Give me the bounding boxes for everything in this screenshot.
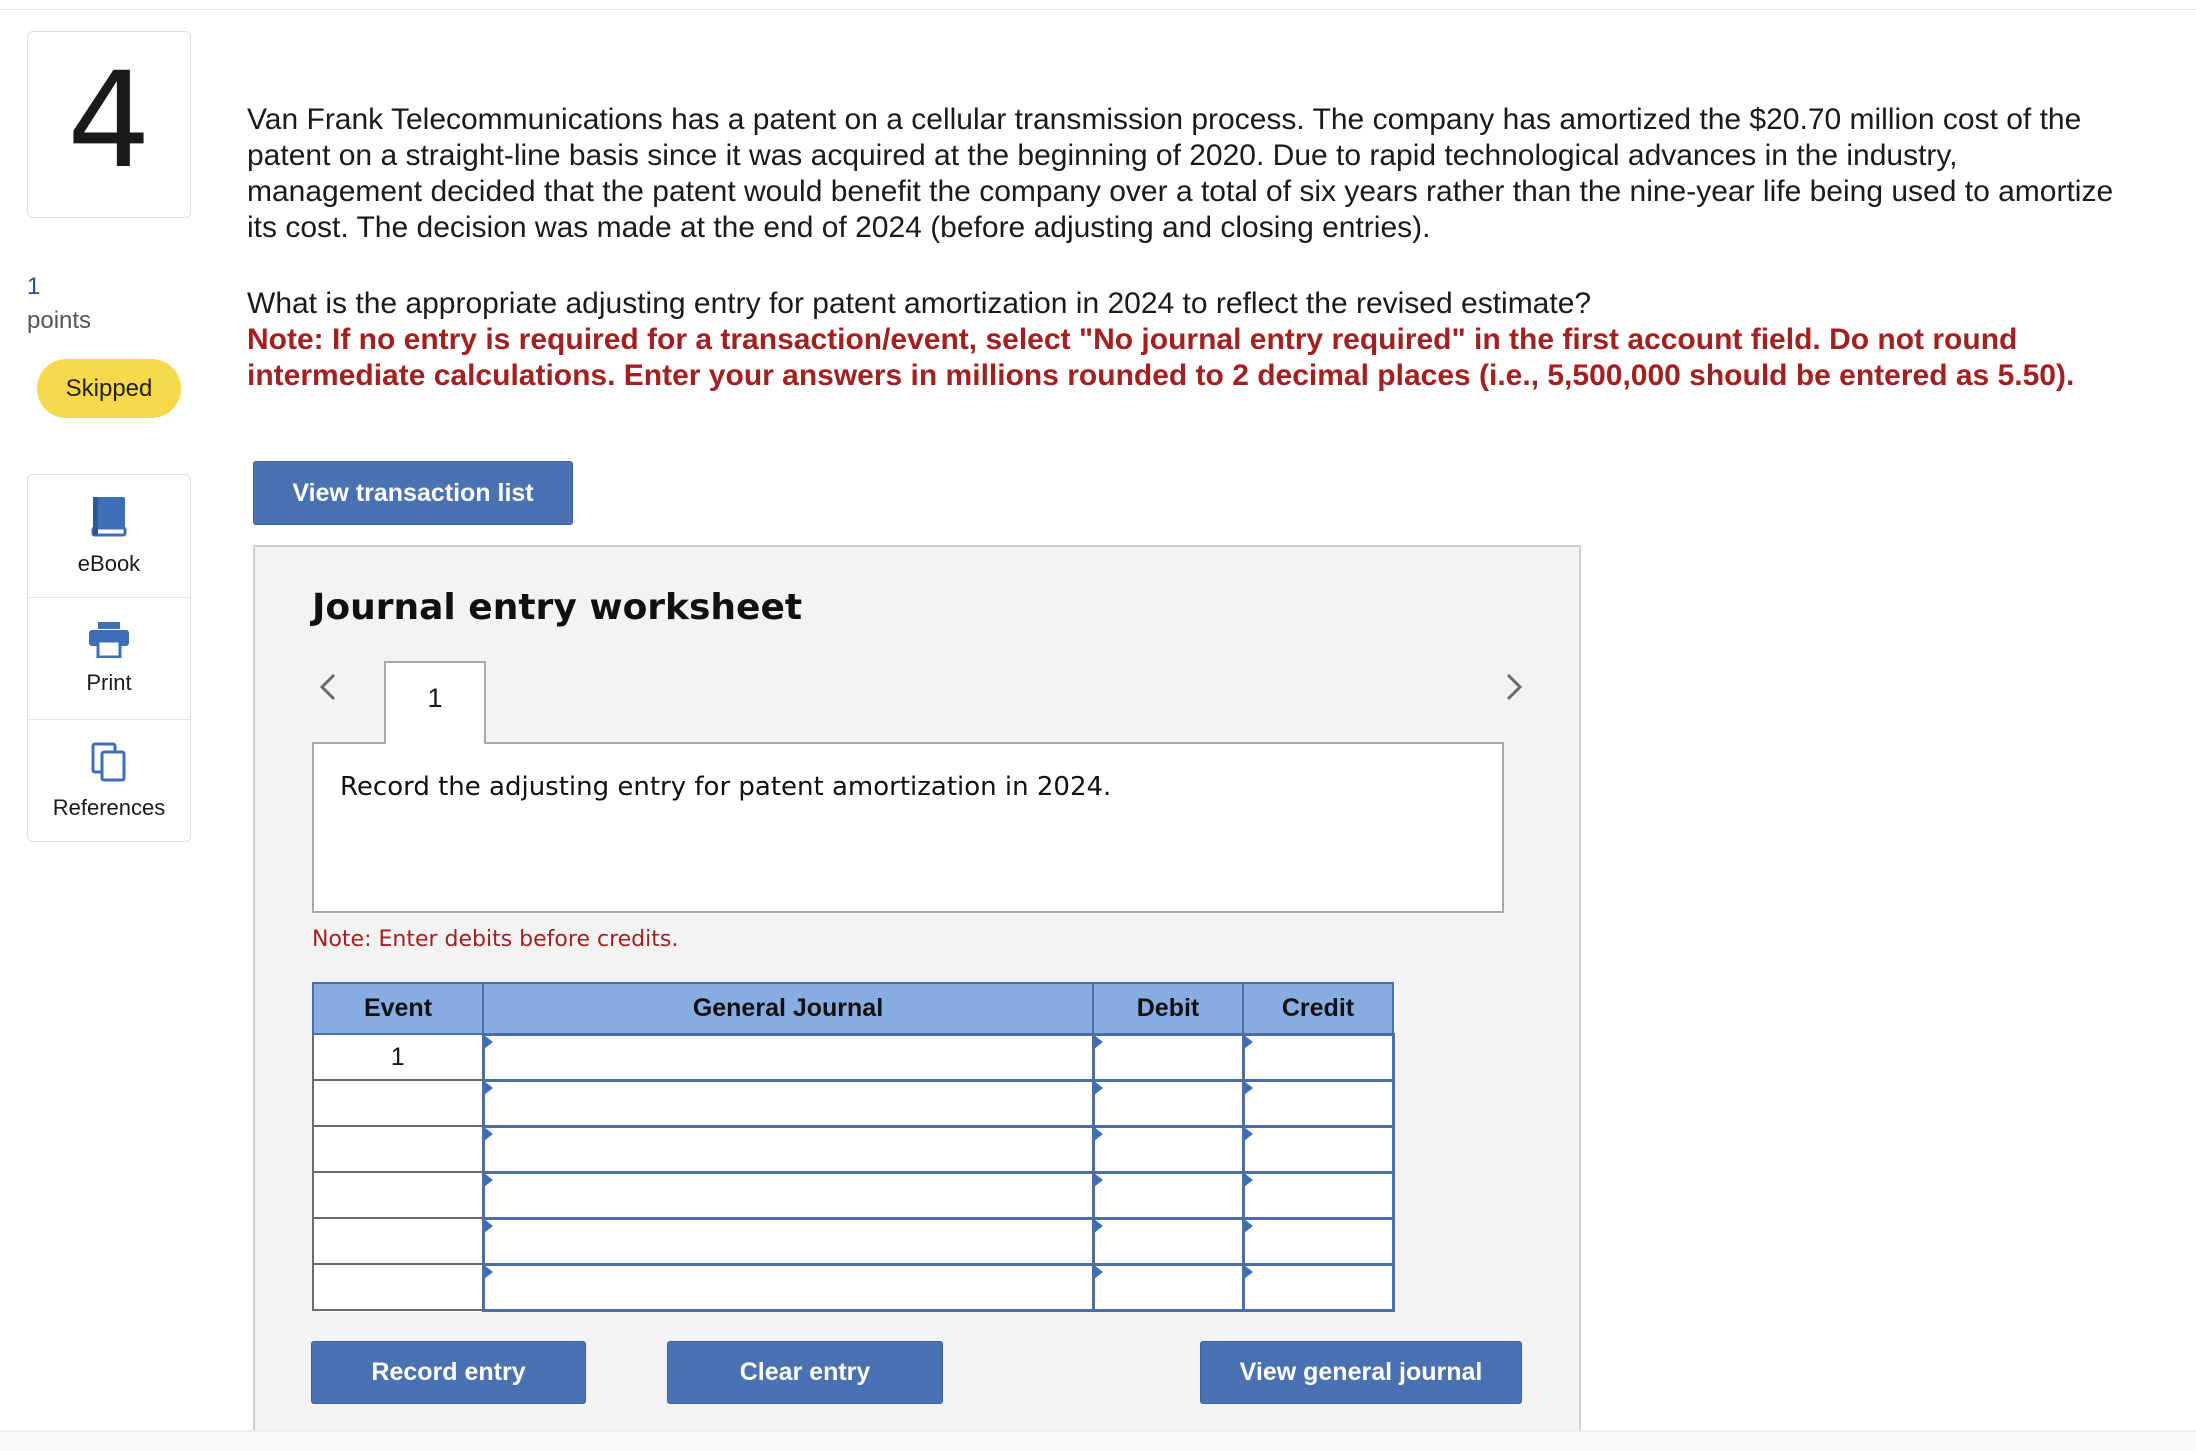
view-transaction-list-button[interactable]: View transaction list [253,461,573,525]
worksheet-title: Journal entry worksheet [312,587,803,628]
debit-input[interactable] [1091,1170,1245,1220]
ebook-label: eBook [77,551,141,576]
account-select[interactable] [481,1170,1095,1220]
event-cell [312,1171,484,1219]
debit-input[interactable] [1091,1124,1245,1174]
account-select[interactable] [481,1216,1095,1266]
credit-input[interactable] [1241,1170,1395,1220]
top-divider [0,0,2196,10]
entry-instruction-text: Record the adjusting entry for patent am… [340,772,1112,802]
copy-icon [91,742,126,781]
credit-input[interactable] [1241,1124,1395,1174]
table-row [312,1262,1395,1312]
ebook-button[interactable]: eBook [28,475,190,597]
column-header-general-journal: General Journal [482,982,1094,1035]
view-general-journal-button[interactable]: View general journal [1200,1341,1522,1404]
journal-header-row: Event General Journal Debit Credit [312,982,1394,1035]
points-value: 1 [27,273,41,300]
account-select[interactable] [481,1124,1095,1174]
debit-credit-note: Note: Enter debits before credits. [312,927,679,952]
chevron-left-icon [319,673,336,701]
debit-input[interactable] [1091,1078,1245,1128]
event-cell [312,1125,484,1173]
chevron-right-icon [1506,673,1523,701]
event-cell [312,1263,484,1311]
question-text: Van Frank Telecommunications has a paten… [247,103,2114,244]
journal-table: Event General Journal Debit Credit 1 [312,982,1395,1312]
credit-input[interactable] [1241,1032,1395,1082]
column-header-event: Event [312,982,484,1035]
question-prompt: What is the appropriate adjusting entry … [247,287,1592,320]
table-row: 1 [312,1032,1395,1082]
previous-entry-button[interactable] [309,667,349,707]
next-entry-button[interactable] [1493,667,1533,707]
points-label: points [27,307,92,334]
references-label: References [52,794,166,820]
debit-input[interactable] [1091,1032,1245,1082]
credit-input[interactable] [1241,1262,1395,1312]
event-cell [312,1079,484,1127]
question-number: 4 [67,43,151,198]
tab-entry-1[interactable]: 1 [384,661,486,744]
credit-input[interactable] [1241,1078,1395,1128]
column-header-debit: Debit [1092,982,1244,1035]
table-row [312,1170,1395,1220]
references-button[interactable]: References [28,719,190,841]
debit-input[interactable] [1091,1216,1245,1266]
question-number-card: 4 [27,31,191,218]
event-cell [312,1217,484,1265]
record-entry-button[interactable]: Record entry [311,1341,586,1404]
column-header-credit: Credit [1242,982,1394,1035]
account-select[interactable] [481,1032,1095,1082]
status-badge: Skipped [37,359,181,418]
book-icon [91,497,127,537]
table-row [312,1078,1395,1128]
event-cell: 1 [312,1033,484,1081]
clear-entry-button[interactable]: Clear entry [667,1341,943,1404]
account-select[interactable] [481,1078,1095,1128]
table-row [312,1216,1395,1266]
tools-panel: eBook Print References [27,474,191,842]
print-button[interactable]: Print [28,597,190,719]
bottom-divider [0,1430,2196,1451]
entry-instruction: Record the adjusting entry for patent am… [312,742,1504,913]
table-row [312,1124,1395,1174]
account-select[interactable] [481,1262,1095,1312]
credit-input[interactable] [1241,1216,1395,1266]
printer-icon [89,621,129,658]
print-label: Print [86,669,132,695]
debit-input[interactable] [1091,1262,1245,1312]
instruction-note: Note: If no entry is required for a tran… [247,323,2075,392]
journal-entry-worksheet: Journal entry worksheet 1 Record the adj… [253,545,1581,1430]
